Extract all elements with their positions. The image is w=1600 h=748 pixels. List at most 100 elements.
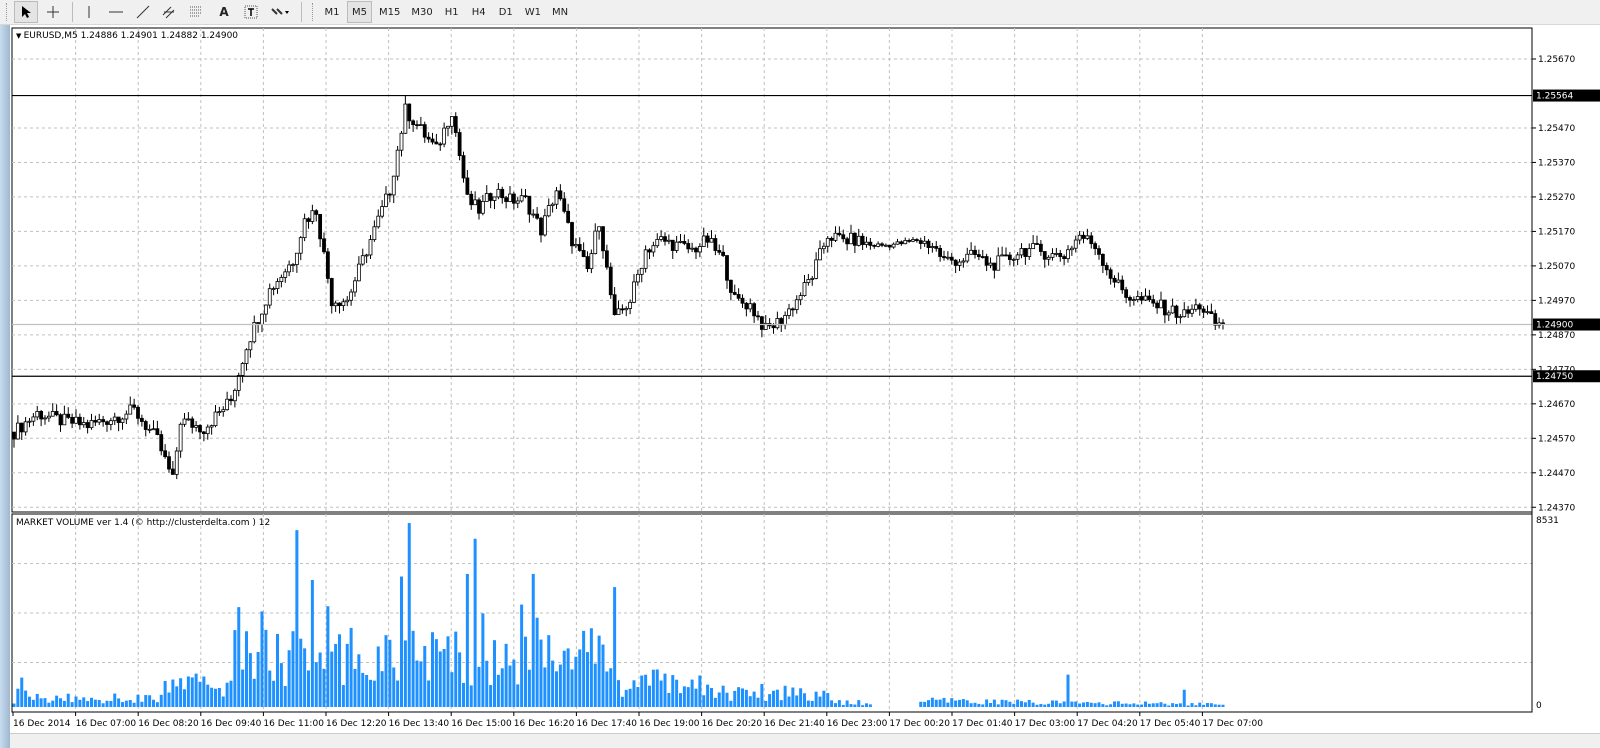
volume-bar (818, 696, 822, 707)
candle-bear (105, 421, 109, 425)
candle-bull (856, 235, 861, 246)
volume-bar (1202, 704, 1206, 707)
candle-bear (1089, 235, 1094, 245)
volume-bar (977, 703, 981, 707)
candle-bear (1062, 256, 1067, 260)
candle-bull (213, 411, 218, 427)
volume-bar (1082, 702, 1085, 707)
volume-bar (190, 677, 194, 707)
volume-bar (1178, 703, 1182, 707)
candle-bull (50, 411, 55, 417)
time-label: 16 Dec 20:20 (702, 719, 763, 729)
volume-bar (1175, 703, 1178, 707)
candle-bull (345, 299, 350, 303)
candle-bull (783, 315, 788, 326)
volume-bar (237, 607, 241, 707)
volume-bar (690, 679, 694, 707)
volume-bar (1074, 701, 1078, 707)
volume-bar (663, 673, 667, 707)
candle-bull (128, 404, 133, 415)
volume-bar (500, 668, 504, 707)
volume-bar (438, 651, 442, 707)
candle-bull (174, 450, 179, 475)
candle-bull (957, 261, 962, 266)
volume-bar (341, 685, 345, 707)
candle-bull (209, 425, 214, 428)
volume-bar (159, 694, 163, 707)
volume-bar (744, 689, 748, 707)
volume-bar (539, 639, 543, 707)
volume-bar (477, 666, 481, 707)
volume-bar (450, 672, 454, 707)
volume-bar (919, 701, 923, 707)
candle-bull (403, 103, 408, 134)
candle-bear (558, 190, 563, 200)
time-label: 17 Dec 00:20 (889, 719, 950, 729)
volume-bar (934, 699, 938, 707)
volume-bar (434, 639, 438, 707)
volume-bar (628, 688, 632, 707)
time-label: 17 Dec 01:40 (952, 719, 1013, 729)
candle-bear (54, 411, 59, 416)
candle-bull (23, 421, 28, 433)
candle-bear (477, 199, 481, 214)
price-label: 1.25270 (1538, 193, 1575, 203)
volume-bar (51, 700, 55, 707)
candle-bull (1190, 308, 1194, 314)
candle-bull (1000, 254, 1005, 257)
volume-bar (423, 646, 427, 707)
candle-bull (236, 375, 241, 391)
candle-bear (992, 262, 997, 271)
volume-bar (101, 703, 105, 707)
candle-bull (372, 226, 377, 241)
volume-bar (35, 693, 39, 707)
candle-bear (899, 241, 904, 245)
volume-bar (1070, 701, 1074, 707)
candle-bear (713, 238, 718, 251)
volume-bar (291, 631, 295, 707)
candle-bear (415, 124, 419, 127)
volume-bar (1035, 704, 1039, 707)
candle-bear (1007, 254, 1012, 260)
price-label: 1.25070 (1538, 262, 1575, 272)
volume-bar (702, 695, 706, 707)
volume-bar (384, 635, 388, 707)
volume-bar (620, 696, 624, 707)
volume-bar (570, 669, 574, 707)
volume-bar (1194, 705, 1198, 707)
chart-canvas[interactable]: 16 Dec 2014 16 Dec 07:00 16 Dec 08:20 16 De… (0, 0, 1600, 748)
volume-bar (241, 669, 245, 707)
volume-bar (1132, 703, 1136, 707)
candle-bear (306, 218, 311, 222)
volume-bar (330, 651, 334, 707)
candle-bull (267, 288, 272, 306)
candle-bear (1139, 296, 1144, 301)
candle-bull (616, 308, 621, 316)
candle-bear (1209, 311, 1214, 314)
candle-bear (527, 195, 532, 215)
candle-bull (814, 259, 819, 279)
volume-bar (66, 693, 70, 707)
volume-bar (1116, 701, 1120, 707)
volume-bar (814, 691, 818, 707)
candle-bull (1116, 279, 1121, 283)
candle-bull (810, 277, 815, 280)
candle-bear (139, 417, 144, 422)
volume-bar (837, 700, 841, 707)
candle-bear (167, 456, 171, 470)
candle-bull (818, 248, 822, 261)
candle-bull (655, 239, 660, 247)
candle-bear (1035, 243, 1039, 245)
volume-bar (624, 689, 628, 707)
volume-bar (1147, 703, 1151, 707)
candle-bull (356, 263, 361, 282)
volume-bar (574, 656, 578, 707)
volume-bar (927, 700, 930, 707)
candle-bear (1147, 295, 1152, 301)
candle-bull (446, 125, 450, 129)
candle-bull (271, 288, 276, 291)
collapse-triangle-icon[interactable]: ▼ (16, 32, 24, 40)
volume-bar (857, 700, 861, 707)
volume-bar (217, 687, 221, 707)
candle-bear (85, 422, 90, 429)
